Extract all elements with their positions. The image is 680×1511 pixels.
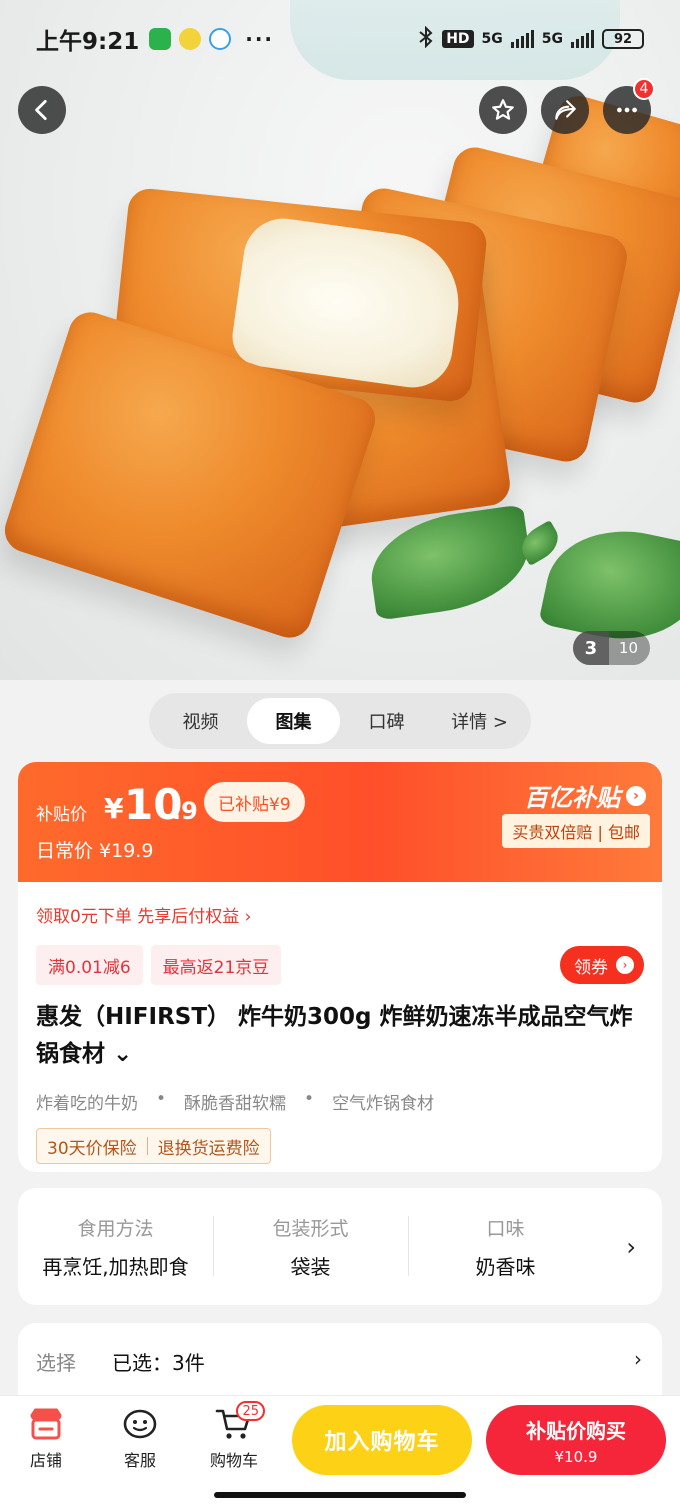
status-right: HD 5G 5G 92: [418, 25, 644, 52]
feature-item: 空气炸锅食材: [332, 1094, 435, 1114]
add-to-cart-button[interactable]: 加入购物车: [292, 1405, 472, 1475]
feature-item: 酥脆香甜软糯: [184, 1094, 287, 1114]
bluetooth-icon: [418, 25, 434, 52]
subsidy-price-banner: 补贴价 ¥ 10 .9 已补贴¥9 日常价 ¥19.9 百亿补贴 › 买贵双倍赔…: [18, 762, 662, 882]
cart-button[interactable]: 25 购物车: [199, 1401, 269, 1471]
chat-face-icon: [105, 1405, 175, 1443]
billion-subsidy-text: 百亿补贴: [524, 784, 620, 812]
product-features: 炸着吃的牛奶 • 酥脆香甜软糯 • 空气炸锅食材: [36, 1089, 644, 1114]
more-button[interactable]: 4: [603, 78, 655, 134]
subsidy-label: 补贴价: [36, 805, 87, 825]
selection-value: 已选：3件: [112, 1351, 205, 1375]
more-notifications-icon: ···: [245, 27, 275, 51]
store-label: 店铺: [29, 1451, 62, 1470]
buy-now-button[interactable]: 补贴价购买 ¥10.9: [486, 1405, 666, 1475]
price-decimal: .9: [172, 797, 198, 825]
app-notification-icon: [179, 28, 202, 50]
chevron-right-icon: ›: [634, 1347, 642, 1371]
separator-dot: •: [156, 1089, 167, 1109]
promo-tag-discount: 满0.01减6: [36, 945, 143, 985]
coupon-label: 领券: [574, 957, 608, 978]
divider: [146, 1137, 148, 1155]
media-tabs: 视频 图集 口碑 详情 >: [149, 693, 531, 749]
price-body: 领取0元下单 先享后付权益 › 满0.01减6 最高返21京豆 领券 › 惠发（…: [18, 882, 662, 1164]
star-icon: [492, 99, 514, 120]
attribute-value: 袋装: [290, 1254, 331, 1279]
back-button[interactable]: [18, 86, 66, 134]
store-button[interactable]: 店铺: [11, 1405, 81, 1471]
customer-service-button[interactable]: 客服: [105, 1405, 175, 1471]
signal-icon: [510, 30, 534, 48]
share-button[interactable]: [541, 86, 589, 134]
cart-count-badge: 25: [236, 1401, 265, 1421]
promo-tags: 满0.01减6 最高返21京豆 领券 ›: [36, 945, 644, 985]
chevron-right-icon: ›: [626, 1232, 636, 1261]
regular-price: 日常价 ¥19.9: [36, 840, 154, 862]
status-time: 上午9:21: [36, 29, 140, 55]
cart-icon: 25: [199, 1401, 269, 1443]
tab-details[interactable]: 详情 >: [433, 698, 526, 744]
attribute-value: 奶香味: [475, 1254, 536, 1279]
chevron-left-icon: [35, 99, 47, 121]
share-icon: [555, 100, 576, 120]
signal-icon: [571, 30, 594, 48]
tab-gallery[interactable]: 图集: [247, 698, 340, 744]
currency-symbol: ¥: [104, 792, 124, 825]
subsidy-perks: 买贵双倍赔 | 包邮: [502, 814, 650, 848]
k-app-icon: [209, 28, 232, 50]
wechat-icon: [149, 28, 172, 50]
network-5g-label: 5G: [481, 31, 503, 47]
feature-item: 炸着吃的牛奶: [36, 1094, 138, 1114]
battery-icon: 92: [602, 29, 644, 49]
tab-reviews[interactable]: 口碑: [340, 698, 433, 744]
favorite-button[interactable]: [479, 86, 527, 134]
more-badge: 4: [633, 78, 655, 100]
cart-label: 购物车: [209, 1451, 258, 1470]
attribute-value: 再烹饪,加热即食: [42, 1254, 189, 1279]
status-bar: 上午9:21 ··· HD 5G 5G 92: [0, 0, 680, 78]
service-label: 客服: [123, 1451, 156, 1470]
store-icon: [11, 1405, 81, 1443]
image-pager: 3 10: [572, 631, 650, 665]
attribute-key: 口味: [486, 1217, 525, 1240]
attribute-key: 包装形式: [272, 1217, 349, 1240]
home-indicator[interactable]: [214, 1492, 466, 1498]
product-title[interactable]: 惠发（HIFIRST） 炸牛奶300g 炸鲜奶速冻半成品空气炸锅食材 ⌄: [36, 999, 644, 1073]
insurance-badges[interactable]: 30天价保险 退换货运费险: [36, 1128, 271, 1164]
buy-button-title: 补贴价购买: [526, 1418, 626, 1443]
network-5g-label: 5G: [541, 31, 563, 47]
price-card: 补贴价 ¥ 10 .9 已补贴¥9 日常价 ¥19.9 百亿补贴 › 买贵双倍赔…: [18, 762, 662, 1172]
tab-video[interactable]: 视频: [154, 698, 247, 744]
attributes-card[interactable]: 食用方法 再烹饪,加热即食 包装形式 袋装 口味 奶香味 ›: [18, 1188, 662, 1305]
image-mint-leaf: [364, 504, 536, 621]
hd-icon: HD: [442, 30, 474, 48]
promo-tag-jingdou: 最高返21京豆: [150, 945, 282, 985]
get-coupon-button[interactable]: 领券 ›: [560, 946, 644, 984]
attribute-usage: 食用方法 再烹饪,加热即食: [18, 1214, 213, 1280]
subsidized-amount-badge: 已补贴¥9: [204, 782, 305, 822]
pay-later-link[interactable]: 领取0元下单 先享后付权益 ›: [36, 902, 644, 927]
pager-total: 10: [618, 639, 638, 657]
attribute-flavor: 口味 奶香味: [408, 1214, 603, 1280]
pager-current: 3: [572, 631, 609, 665]
more-dots-icon: [617, 107, 637, 113]
attribute-key: 食用方法: [77, 1217, 154, 1240]
return-shipping-insurance-label: 退换货运费险: [157, 1138, 260, 1159]
selection-label: 选择: [36, 1351, 76, 1375]
separator-dot: •: [304, 1089, 315, 1109]
chevron-right-icon: ›: [626, 785, 646, 806]
buy-button-price: ¥10.9: [554, 1447, 598, 1466]
price-protection-label: 30天价保险: [47, 1138, 137, 1159]
chevron-right-icon: ›: [616, 956, 634, 974]
attribute-packaging: 包装形式 袋装: [213, 1214, 408, 1280]
billion-subsidy-logo[interactable]: 百亿补贴 ›: [524, 778, 646, 813]
